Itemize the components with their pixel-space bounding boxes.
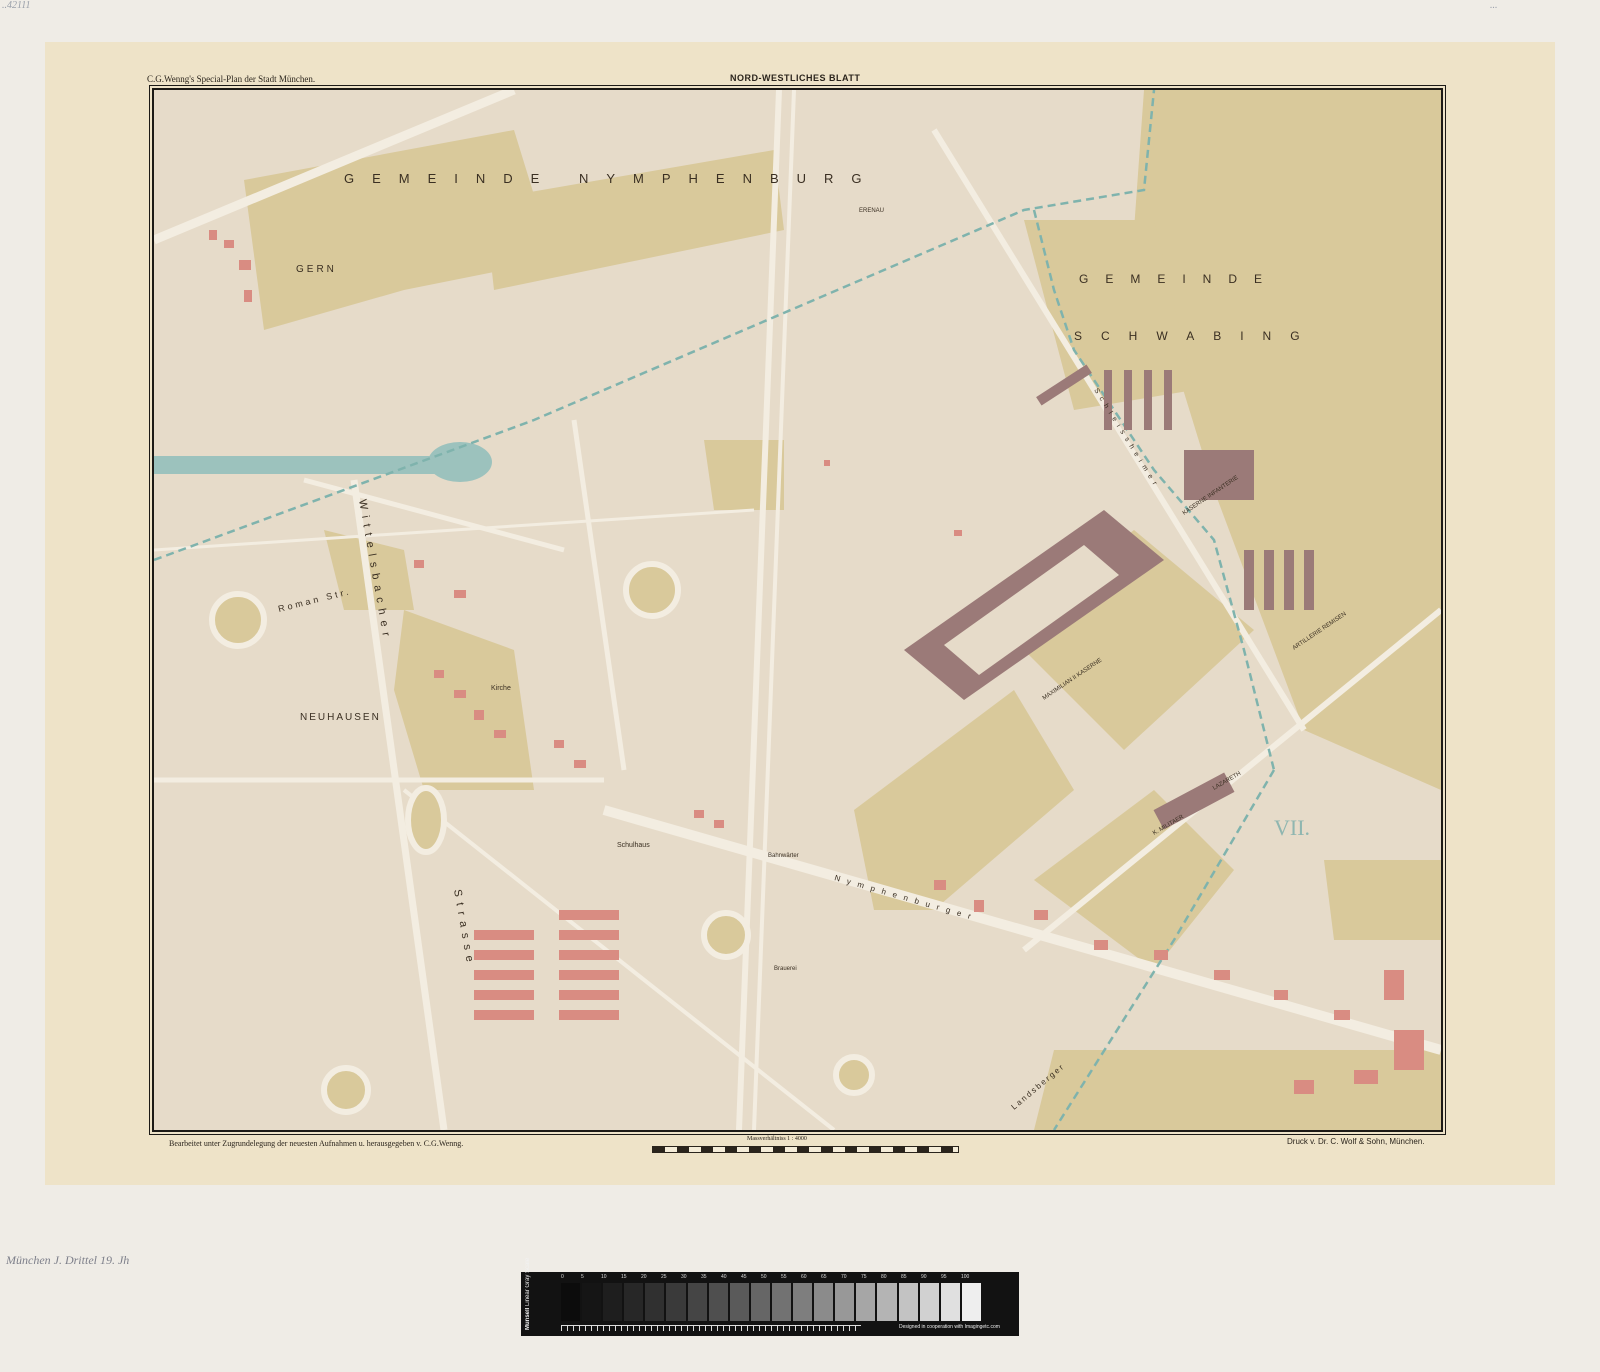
label-nymphenburg: GEMEINDE NYMPHENBURG <box>344 171 880 186</box>
gray-scale-number: 5 <box>581 1274 584 1280</box>
gray-patch <box>835 1283 855 1321</box>
gray-patch <box>940 1283 960 1321</box>
gray-scale-number: 30 <box>681 1274 687 1280</box>
gray-scale-number: 10 <box>601 1274 607 1280</box>
gray-scale-number: 20 <box>641 1274 647 1280</box>
label-bahnwaerter: Bahnwärter <box>768 853 799 859</box>
gray-scale-number: 55 <box>781 1274 787 1280</box>
scale-bar: Massverhältniss 1 : 4000 <box>652 1136 959 1168</box>
gray-scale-number: 70 <box>841 1274 847 1280</box>
gray-patch <box>645 1283 665 1321</box>
scale-title: Massverhältniss 1 : 4000 <box>747 1136 807 1142</box>
label-kirche: Kirche <box>491 685 511 692</box>
gray-patch <box>771 1283 792 1321</box>
gray-scale-number: 50 <box>761 1274 767 1280</box>
label-sheet-number: VII. <box>1274 815 1310 840</box>
gray-patch <box>814 1283 834 1321</box>
housing-blocks <box>474 910 619 1020</box>
map-frame: GEMEINDE NYMPHENBURG GEMEINDE SCHWABING … <box>149 85 1446 1135</box>
gray-scale-number: 60 <box>801 1274 807 1280</box>
label-erenau: ERENAU <box>859 208 884 214</box>
gray-scale-number: 35 <box>701 1274 707 1280</box>
gray-scale-number: 75 <box>861 1274 867 1280</box>
gray-scale-number: 95 <box>941 1274 947 1280</box>
footer-credit: Bearbeitet unter Zugrundelegung der neue… <box>169 1139 464 1148</box>
label-schulhaus: Schulhaus <box>617 842 650 849</box>
color-card-brand: Munsell <box>525 1307 531 1330</box>
gray-patch <box>898 1283 918 1321</box>
gray-scale-number: 65 <box>821 1274 827 1280</box>
gray-patch <box>729 1283 749 1321</box>
gray-patch <box>919 1283 939 1321</box>
gray-patch <box>666 1283 686 1321</box>
gray-scale-number: 15 <box>621 1274 627 1280</box>
gray-scale-number: 80 <box>881 1274 887 1280</box>
label-neuhausen: NEUHAUSEN <box>300 712 381 723</box>
sheet-title: NORD-WESTLICHES BLATT <box>730 73 861 83</box>
gray-scale-number: 85 <box>901 1274 907 1280</box>
map-drawing: GEMEINDE NYMPHENBURG GEMEINDE SCHWABING … <box>154 90 1441 1130</box>
gray-scale-number: 25 <box>661 1274 667 1280</box>
gray-scale-number: 0 <box>561 1274 564 1280</box>
label-schwabing-1: GEMEINDE <box>1079 272 1279 286</box>
label-gern: GERN <box>296 264 337 275</box>
gray-patch <box>687 1283 707 1321</box>
gray-patch <box>708 1283 728 1321</box>
gray-patch <box>961 1283 981 1321</box>
gray-patch <box>793 1283 813 1321</box>
gray-patch <box>603 1283 623 1321</box>
gray-patch <box>561 1283 581 1321</box>
gray-patch <box>856 1283 876 1321</box>
gray-scale-number: 40 <box>721 1274 727 1280</box>
corner-note-left: ..42111 <box>2 0 31 11</box>
margin-note: München J. Drittel 19. Jh <box>6 1253 130 1267</box>
label-strasse: Strasse <box>451 888 477 968</box>
canal <box>154 456 454 474</box>
gray-scale-number: 45 <box>741 1274 747 1280</box>
corner-note-right: ... <box>1490 0 1498 11</box>
color-card-patches <box>561 1283 981 1321</box>
gray-scale-number: 100 <box>961 1274 970 1280</box>
gray-patch <box>624 1283 644 1321</box>
label-romanstr: Roman Str. <box>277 586 352 614</box>
label-brauerei: Brauerei <box>774 966 797 972</box>
color-card-ruler <box>561 1325 861 1331</box>
color-card-subtitle: Linear Gray Scale <box>525 1257 531 1306</box>
gray-scale-number: 90 <box>921 1274 927 1280</box>
color-card-credit: Designed in cooperation with Imagingetc.… <box>899 1324 1000 1330</box>
scale-graphic <box>652 1146 959 1153</box>
gray-patch <box>582 1283 602 1321</box>
label-schwabing-2: SCHWABING <box>1074 329 1319 343</box>
color-card-numbers: 0 5 10 15 20 25 30 35 40 45 50 55 60 65 70 75 80 85 90 95 10… <box>561 1274 981 1282</box>
gray-patch <box>877 1283 897 1321</box>
gray-patch <box>750 1283 770 1321</box>
plan-title: C.G.Wenng's Special-Plan der Stadt Münch… <box>147 74 316 84</box>
printer-credit: Druck v. Dr. C. Wolf & Sohn, München. <box>1287 1137 1425 1146</box>
color-card-logo: Munsell Linear Gray Scale <box>525 1258 543 1330</box>
color-card: Munsell Linear Gray Scale 0 5 10 15 20 25 30 35… <box>521 1258 1019 1336</box>
